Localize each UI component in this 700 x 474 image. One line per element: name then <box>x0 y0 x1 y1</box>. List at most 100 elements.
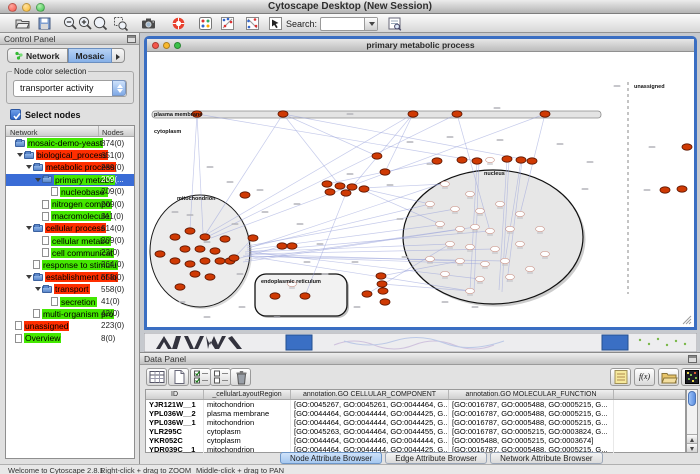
table-row[interactable]: YPL036W__1mitochondrion[GO:0044464, GO:0… <box>146 418 685 427</box>
search-dropdown-arrow-icon[interactable] <box>364 18 377 30</box>
tab-edge-attribute-browser[interactable]: Edge Attribute Browser <box>385 452 487 464</box>
tree-row[interactable]: mosaic-demo-yeast874(0) <box>6 137 134 149</box>
tree-row[interactable]: multi-organism pro42(0) <box>6 308 134 320</box>
table-cell[interactable]: mitochondrion <box>204 445 291 454</box>
table-cell[interactable]: [GO:0044464, GO:0044444, GO:0044425, G..… <box>291 418 449 427</box>
node-label-mark <box>204 316 211 318</box>
table-cell[interactable]: [GO:0044464, GO:0044444, GO:0044425, G..… <box>291 409 449 418</box>
network-canvas[interactable]: plasma membranecytoplasmmitochondrionnuc… <box>147 52 694 326</box>
resize-grip[interactable] <box>683 316 691 324</box>
advanced-search-icon[interactable] <box>386 15 403 32</box>
table-cell[interactable]: [GO:0016787, GO:0005488, GO:0005215, G..… <box>449 409 614 418</box>
tree-header[interactable]: Network Nodes <box>6 126 134 137</box>
table-cell[interactable]: mitochondrion <box>204 418 291 427</box>
tree-row[interactable]: biological_process651(0) <box>6 149 134 161</box>
node-color-dropdown[interactable]: transporter activity <box>13 80 127 97</box>
table-column-header[interactable]: annotation.GO CELLULAR_COMPONENT <box>291 390 449 399</box>
scrollbar-thumb[interactable] <box>688 391 696 406</box>
gene-node-unselected <box>466 288 475 293</box>
table-column-header[interactable]: annotation.GO MOLECULAR_FUNCTION <box>449 390 614 399</box>
table-cell[interactable]: YJR121W__1 <box>146 400 204 409</box>
window-titlebar[interactable]: Cytoscape Desktop (New Session) <box>0 0 700 14</box>
help-lifebuoy-icon[interactable] <box>170 15 187 32</box>
tree-column-network[interactable]: Network <box>10 128 38 137</box>
attribute-table-header[interactable]: ID_cellularLayoutRegionannotation.GO CEL… <box>146 390 685 400</box>
zoom-fit-icon[interactable] <box>92 15 109 32</box>
snapshot-icon[interactable] <box>140 15 157 32</box>
delete-attribute-icon[interactable] <box>230 368 251 386</box>
unselect-attributes-icon[interactable] <box>210 368 231 386</box>
select-attributes-icon[interactable] <box>190 368 211 386</box>
table-scrollbar[interactable] <box>686 389 698 453</box>
table-row[interactable]: YPL036W__2plasma membrane[GO:0044464, GO… <box>146 409 685 418</box>
tab-mosaic[interactable]: Mosaic <box>68 48 113 63</box>
tree-row[interactable]: response to stimulu264(0) <box>6 259 134 271</box>
tree-row[interactable]: macromolecule311(0) <box>6 210 134 222</box>
tab-node-attribute-browser[interactable]: Node Attribute Browser <box>280 452 382 464</box>
tree-row[interactable]: metabolic process280(0) <box>6 161 134 173</box>
search-input[interactable] <box>320 17 378 31</box>
table-cell[interactable]: [GO:0044464, GO:0044446, GO:0044444, G..… <box>291 436 449 445</box>
select-nodes-checkbox[interactable] <box>10 109 21 120</box>
zoom-selected-region-icon[interactable] <box>112 15 129 32</box>
table-column-header[interactable]: _cellularLayoutRegion <box>204 390 291 399</box>
table-cell[interactable]: cytoplasm <box>204 427 291 436</box>
layout-b-icon[interactable] <box>244 15 261 32</box>
matrix-icon[interactable] <box>681 368 700 386</box>
table-cell[interactable]: plasma membrane <box>204 409 291 418</box>
table-cell[interactable]: [GO:0016787, GO:0005488, GO:0005215, G..… <box>449 400 614 409</box>
function-builder-icon[interactable]: f(x) <box>634 368 655 386</box>
notes-icon[interactable] <box>610 368 631 386</box>
table-cell[interactable]: mitochondrion <box>204 400 291 409</box>
tree-row[interactable]: primary metabo209(... <box>6 174 134 186</box>
table-cell[interactable]: YKR052C <box>146 436 204 445</box>
tree-row[interactable]: Overview8(0) <box>6 332 134 344</box>
tree-column-nodes[interactable]: Nodes <box>102 128 124 137</box>
tab-network-attribute-browser[interactable]: Network Attribute Browser <box>490 452 602 464</box>
layout-a-icon[interactable] <box>219 15 236 32</box>
table-cell[interactable]: [GO:0005488, GO:0005215, GO:0003674] <box>449 436 614 445</box>
tree-row[interactable]: nucleobase-209(0) <box>6 186 134 198</box>
network-window-titlebar[interactable]: primary metabolic process <box>147 39 694 52</box>
more-tabs-arrow-icon[interactable] <box>112 48 125 63</box>
open-session-icon[interactable] <box>14 15 31 32</box>
table-cell[interactable]: [GO:0045263, GO:0044464, GO:0044455, G..… <box>291 427 449 436</box>
table-cell[interactable]: YDR039C__1 <box>146 445 204 454</box>
background-window[interactable] <box>144 333 697 352</box>
table-row[interactable]: YJR121W__1mitochondrion[GO:0045267, GO:0… <box>146 400 685 409</box>
tree-row[interactable]: transport558(0) <box>6 283 134 295</box>
table-cell[interactable]: [GO:0016787, GO:0005215, GO:0003824, G..… <box>449 427 614 436</box>
save-session-icon[interactable] <box>36 15 53 32</box>
tree-row[interactable]: cellular process614(0) <box>6 222 134 234</box>
network-window-close-button[interactable] <box>152 42 159 49</box>
table-cell[interactable]: [GO:0045267, GO:0045261, GO:0044464, G..… <box>291 400 449 409</box>
new-attribute-icon[interactable] <box>168 368 189 386</box>
float-data-panel-icon[interactable] <box>688 355 697 363</box>
tree-row[interactable]: establishment of lo558(0) <box>6 271 134 283</box>
table-cell[interactable]: YPL036W__1 <box>146 418 204 427</box>
table-row[interactable]: YLR295Ccytoplasm[GO:0045263, GO:0044464,… <box>146 427 685 436</box>
attribute-table-icon[interactable] <box>146 368 167 386</box>
scroll-down-icon[interactable] <box>687 443 697 452</box>
float-panel-icon[interactable] <box>127 35 136 43</box>
tree-row[interactable]: unassigned223(0) <box>6 320 134 332</box>
tree-row[interactable]: nitrogen compo209(0) <box>6 198 134 210</box>
table-column-header[interactable]: ID <box>146 390 204 399</box>
dropdown-stepper-icon[interactable] <box>112 80 126 96</box>
annotation-icon[interactable] <box>267 15 284 32</box>
tree-row[interactable]: cellular metabo209(0) <box>6 235 134 247</box>
vizmapper-icon[interactable] <box>197 15 214 32</box>
tab-network[interactable]: Network <box>7 48 68 63</box>
import-attributes-icon[interactable] <box>658 368 679 386</box>
table-cell[interactable]: [GO:0016787, GO:0005488, GO:0005215, G..… <box>449 418 614 427</box>
network-view-window[interactable]: primary metabolic process plasma membran… <box>144 36 697 330</box>
tree-row[interactable]: secretion41(0) <box>6 295 134 307</box>
tree-row[interactable]: cell communicat22(0) <box>6 247 134 259</box>
network-window-minimize-button[interactable] <box>163 42 170 49</box>
scroll-up-icon[interactable] <box>687 434 697 443</box>
table-cell[interactable]: YPL036W__2 <box>146 409 204 418</box>
network-window-maximize-button[interactable] <box>174 42 181 49</box>
table-cell[interactable]: cytoplasm <box>204 436 291 445</box>
table-row[interactable]: YKR052Ccytoplasm[GO:0044464, GO:0044446,… <box>146 436 685 445</box>
table-cell[interactable]: YLR295C <box>146 427 204 436</box>
